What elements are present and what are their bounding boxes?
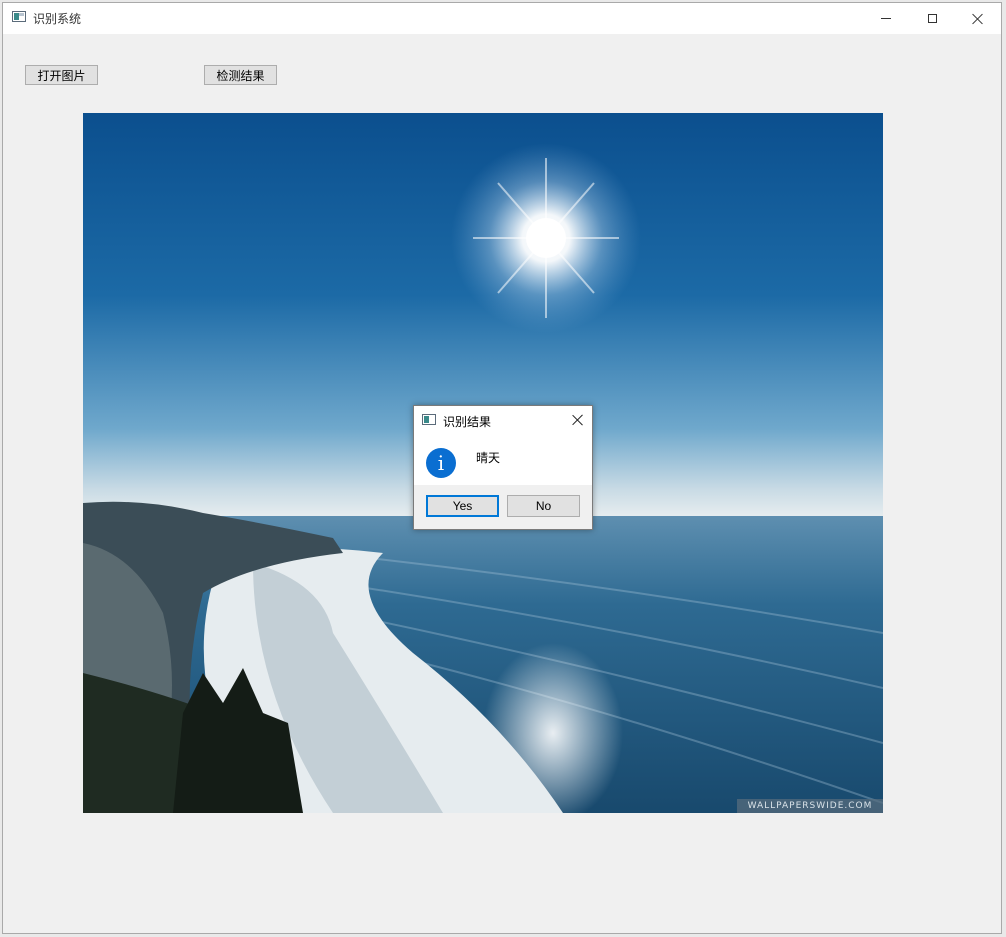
result-dialog: 识别结果 i 晴天 Yes No: [413, 405, 593, 530]
dialog-title: 识别结果: [443, 415, 492, 429]
window-title: 识别系统: [33, 12, 82, 26]
dialog-app-icon: [422, 414, 436, 425]
dialog-title-bar[interactable]: 识别结果: [414, 406, 592, 435]
maximize-icon: [927, 14, 937, 23]
close-icon: [972, 13, 984, 25]
title-bar[interactable]: 识别系统: [3, 3, 1001, 34]
minimize-button[interactable]: [863, 3, 909, 34]
close-window-button[interactable]: [955, 3, 1001, 34]
info-icon: i: [426, 448, 456, 478]
dialog-button-bar: Yes No: [414, 485, 592, 529]
detect-result-button[interactable]: 检测结果: [204, 65, 277, 85]
yes-button[interactable]: Yes: [426, 495, 499, 517]
minimize-icon: [881, 18, 891, 19]
image-watermark: WALLPAPERSWIDE.COM: [737, 799, 883, 813]
app-window-icon: [12, 11, 26, 22]
maximize-button[interactable]: [909, 3, 955, 34]
open-image-button[interactable]: 打开图片: [25, 65, 98, 85]
no-button[interactable]: No: [507, 495, 580, 517]
dialog-close-icon[interactable]: [572, 414, 584, 426]
dialog-message: 晴天: [476, 451, 501, 465]
